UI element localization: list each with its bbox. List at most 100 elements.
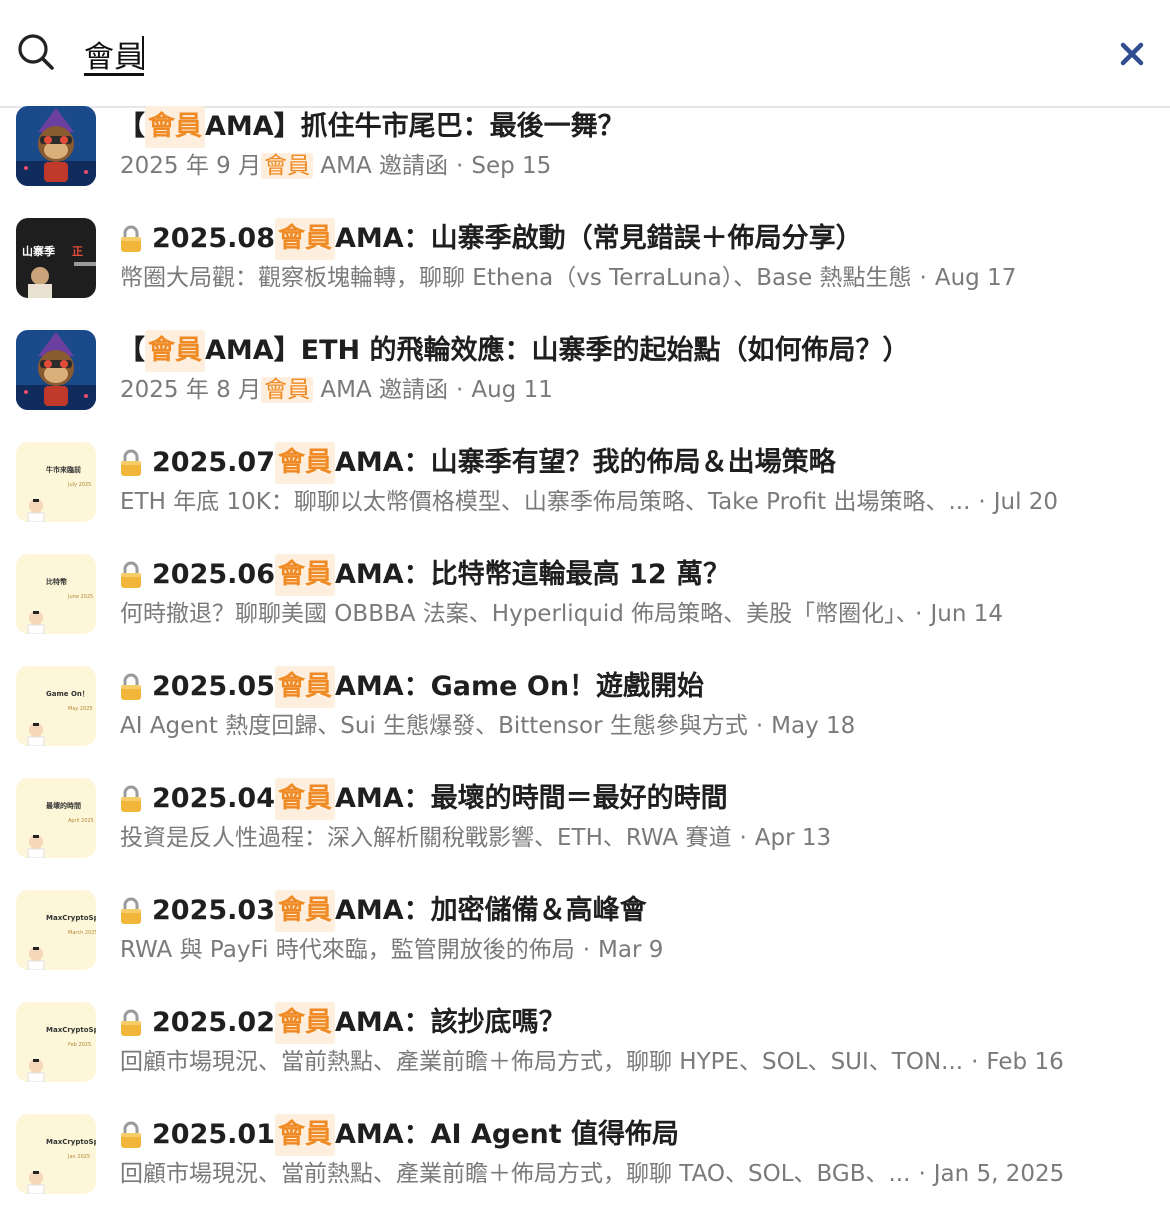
svg-text:比特幣: 比特幣 xyxy=(46,577,67,586)
query-highlight: 會員 xyxy=(145,330,205,372)
result-date: Aug 17 xyxy=(934,265,1017,291)
separator-dot: · xyxy=(456,153,464,179)
close-icon[interactable] xyxy=(1114,36,1150,72)
subtitle-prefix: AI Agent 熱度回歸、Sui 生態爆發、Bittensor 生態參與方式 xyxy=(120,713,748,739)
svg-text:正: 正 xyxy=(72,245,83,258)
lock-icon xyxy=(121,673,141,700)
title-prefix: 2025.02 xyxy=(152,1007,275,1038)
result-title: 2025.07 會員 AMA：山寨季有望？我的佈局＆出場策略 xyxy=(118,442,836,484)
title-prefix: 2025.06 xyxy=(152,559,275,590)
result-subtitle: 回顧市場現況、當前熱點、產業前瞻＋佈局方式，聊聊 TAO、SOL、BGB、...… xyxy=(120,1156,1064,1192)
svg-text:Jan 2025: Jan 2025 xyxy=(67,1154,90,1160)
title-suffix: AMA：加密儲備＆高峰會 xyxy=(334,895,647,926)
search-input[interactable] xyxy=(84,32,1044,76)
separator-dot: · xyxy=(978,489,986,515)
lock-icon xyxy=(121,449,141,476)
search-result-item[interactable]: 最壞的時間 April 2025 2025.04 會員 AMA：最壞的時間＝最好的時… xyxy=(0,778,1170,890)
query-highlight: 會員 xyxy=(274,778,335,820)
result-title: 2025.06 會員 AMA：比特幣這輪最高 12 萬？ xyxy=(118,554,730,596)
result-subtitle: 2025 年 8 月會員 AMA 邀請函 · Aug 11 xyxy=(120,372,553,408)
lock-icon xyxy=(121,1121,141,1148)
title-suffix: AMA：山寨季有望？我的佈局＆出場策略 xyxy=(334,447,836,478)
title-prefix: 2025.01 xyxy=(152,1119,275,1150)
query-highlight: 會員 xyxy=(274,1114,335,1156)
separator-dot: · xyxy=(739,825,747,851)
search-result-item[interactable]: 牛市來臨前 July 2025 2025.07 會員 AMA：山寨季有望？我的佈局＆… xyxy=(0,442,1170,554)
search-result-item[interactable]: 【會員 AMA】抓住牛市尾巴：最後一舞？ 2025 年 9 月會員 AMA 邀請函… xyxy=(0,106,1170,218)
result-title: 2025.04 會員 AMA：最壞的時間＝最好的時間 xyxy=(118,778,728,820)
result-title: 2025.02 會員 AMA：該抄底嗎？ xyxy=(118,1002,566,1044)
title-suffix: AMA】ETH 的飛輪效應：山寨季的起始點（如何佈局？） xyxy=(205,335,910,366)
post-cover-thumbnail: MaxCryptoSpa Feb 2025 xyxy=(16,1002,96,1082)
svg-text:July 2025: July 2025 xyxy=(67,482,91,488)
result-date: Mar 9 xyxy=(598,937,664,963)
subtitle-suffix: AMA 邀請函 xyxy=(313,153,449,179)
result-title: 【會員 AMA】抓住牛市尾巴：最後一舞？ xyxy=(118,106,625,148)
result-title: 2025.03 會員 AMA：加密儲備＆高峰會 xyxy=(118,890,647,932)
monkey-avatar-thumbnail xyxy=(16,330,96,410)
post-cover-thumbnail: 最壞的時間 April 2025 xyxy=(16,778,96,858)
monkey-avatar-thumbnail xyxy=(16,106,96,186)
search-result-item[interactable]: MaxCryptoSpa March 2025 2025.03 會員 AMA：加密儲… xyxy=(0,890,1170,1002)
svg-text:牛市來臨前: 牛市來臨前 xyxy=(46,465,81,474)
subtitle-prefix: 何時撤退？聊聊美國 OBBBA 法案、Hyperliquid 佈局策略、美股「幣… xyxy=(120,601,908,627)
result-subtitle: ETH 年底 10K：聊聊以太幣價格模型、山寨季佈局策略、Take Profit… xyxy=(120,484,1058,520)
result-title: 2025.08 會員 AMA：山寨季啟動（常見錯誤＋佈局分享） xyxy=(118,218,863,260)
query-highlight: 會員 xyxy=(261,377,314,403)
search-result-item[interactable]: Game On！ May 2025 2025.05 會員 AMA：Game On！遊… xyxy=(0,666,1170,778)
separator-dot: · xyxy=(915,601,923,627)
subtitle-prefix: RWA 與 PayFi 時代來臨，監管開放後的佈局 xyxy=(120,937,575,963)
search-result-item[interactable]: 比特幣 June 2025 2025.06 會員 AMA：比特幣這輪最高 12 萬？… xyxy=(0,554,1170,666)
search-icon[interactable] xyxy=(16,32,56,72)
title-suffix: AMA：Game On！遊戲開始 xyxy=(334,671,705,702)
result-subtitle: 回顧市場現況、當前熱點、產業前瞻＋佈局方式，聊聊 HYPE、SOL、SUI、TO… xyxy=(120,1044,1064,1080)
subtitle-prefix: 回顧市場現況、當前熱點、產業前瞻＋佈局方式，聊聊 TAO、SOL、BGB、... xyxy=(120,1161,911,1187)
title-prefix: 【 xyxy=(118,111,145,142)
title-prefix: 2025.04 xyxy=(152,783,275,814)
title-suffix: AMA：最壞的時間＝最好的時間 xyxy=(334,783,728,814)
separator-dot: · xyxy=(456,377,464,403)
result-subtitle: RWA 與 PayFi 時代來臨，監管開放後的佈局 · Mar 9 xyxy=(120,932,663,968)
title-suffix: AMA：山寨季啟動（常見錯誤＋佈局分享） xyxy=(334,223,863,254)
subtitle-prefix: 2025 年 8 月 xyxy=(120,377,262,403)
title-suffix: AMA】抓住牛市尾巴：最後一舞？ xyxy=(205,111,625,142)
post-cover-thumbnail: MaxCryptoSpa Jan 2025 xyxy=(16,1114,96,1194)
lock-icon xyxy=(121,785,141,812)
search-bar xyxy=(0,0,1170,108)
separator-dot: · xyxy=(971,1049,979,1075)
result-title: 2025.01 會員 AMA：AI Agent 值得佈局 xyxy=(118,1114,679,1156)
query-highlight: 會員 xyxy=(145,106,205,148)
post-cover-thumbnail: 比特幣 June 2025 xyxy=(16,554,96,634)
title-prefix: 【 xyxy=(118,335,145,366)
query-highlight: 會員 xyxy=(274,666,335,708)
search-result-item[interactable]: 【會員 AMA】ETH 的飛輪效應：山寨季的起始點（如何佈局？） 2025 年 8… xyxy=(0,330,1170,442)
separator-dot: · xyxy=(919,265,927,291)
svg-text:MaxCryptoSpa: MaxCryptoSpa xyxy=(46,1026,96,1034)
result-title: 【會員 AMA】ETH 的飛輪效應：山寨季的起始點（如何佈局？） xyxy=(118,330,910,372)
search-result-item[interactable]: MaxCryptoSpa Jan 2025 2025.01 會員 AMA：AI Ag… xyxy=(0,1114,1170,1226)
post-cover-thumbnail: Game On！ May 2025 xyxy=(16,666,96,746)
subtitle-prefix: 回顧市場現況、當前熱點、產業前瞻＋佈局方式，聊聊 HYPE、SOL、SUI、TO… xyxy=(120,1049,964,1075)
result-date: May 18 xyxy=(771,713,856,739)
svg-text:最壞的時間: 最壞的時間 xyxy=(46,801,81,810)
subtitle-prefix: 幣圈大局觀：觀察板塊輪轉，聊聊 Ethena（vs TerraLuna）、Bas… xyxy=(120,265,912,291)
query-highlight: 會員 xyxy=(261,153,314,179)
result-title: 2025.05 會員 AMA：Game On！遊戲開始 xyxy=(118,666,704,708)
title-suffix: AMA：該抄底嗎？ xyxy=(334,1007,566,1038)
search-result-item[interactable]: 山寨季 正 2025.08 會員 AMA：山寨季啟動（常見錯誤＋佈局分享） 幣圈大局觀… xyxy=(0,218,1170,330)
title-suffix: AMA：比特幣這輪最高 12 萬？ xyxy=(334,559,731,590)
search-result-item[interactable]: MaxCryptoSpa Feb 2025 2025.02 會員 AMA：該抄底嗎？… xyxy=(0,1002,1170,1114)
subtitle-suffix: AMA 邀請函 xyxy=(313,377,449,403)
result-date: Jun 14 xyxy=(930,601,1003,627)
title-suffix: AMA：AI Agent 值得佈局 xyxy=(334,1119,680,1150)
title-prefix: 2025.03 xyxy=(152,895,275,926)
result-subtitle: 2025 年 9 月會員 AMA 邀請函 · Sep 15 xyxy=(120,148,551,184)
separator-dot: · xyxy=(755,713,764,739)
svg-text:MaxCryptoSpa: MaxCryptoSpa xyxy=(46,914,96,922)
query-highlight: 會員 xyxy=(274,1002,335,1044)
query-highlight: 會員 xyxy=(274,890,335,932)
lock-icon xyxy=(121,225,141,252)
query-highlight: 會員 xyxy=(274,554,335,596)
svg-text:April 2025: April 2025 xyxy=(68,818,94,824)
video-thumbnail: 山寨季 正 xyxy=(16,218,96,298)
